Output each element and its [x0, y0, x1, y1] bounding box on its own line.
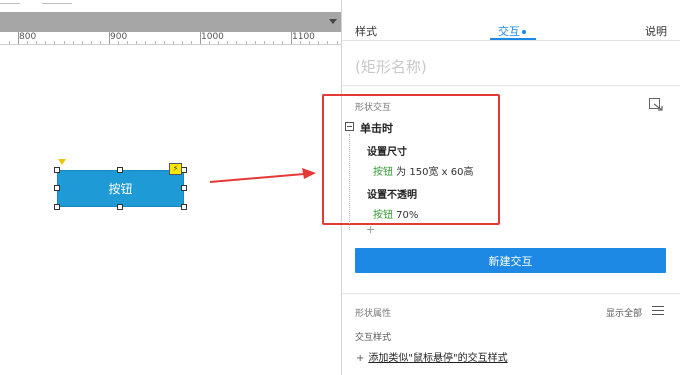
action-title[interactable]: 设置尺寸 — [367, 143, 407, 158]
resize-handle[interactable] — [117, 167, 123, 173]
button-shape[interactable]: 按钮 — [57, 170, 184, 207]
ruler-tick — [54, 41, 55, 44]
shape-name-field[interactable]: (矩形名称) — [355, 56, 427, 77]
ruler-tick — [64, 41, 65, 44]
expand-panel-icon[interactable] — [649, 98, 663, 111]
active-dot-icon — [522, 30, 526, 34]
ruler-tick — [91, 41, 92, 44]
design-canvas[interactable]: 800 900 1000 1100 按钮 ⚡ — [0, 0, 341, 375]
action-title[interactable]: 设置不透明 — [367, 186, 417, 201]
ruler-tick — [300, 41, 301, 44]
action-detail[interactable]: 按钮 为 150宽 x 60高 — [373, 163, 473, 178]
ruler-tick — [45, 41, 46, 44]
ruler-tick — [236, 41, 237, 44]
toolbar-divider — [0, 3, 20, 4]
event-click[interactable]: 单击时 — [360, 120, 393, 136]
chevron-down-icon[interactable] — [329, 19, 337, 24]
ruler-tick — [264, 41, 265, 44]
resize-handle[interactable] — [181, 185, 187, 191]
ruler-tick — [164, 41, 165, 44]
divider — [342, 40, 680, 41]
add-action-plus-icon[interactable]: + — [366, 223, 375, 236]
ruler-tick — [337, 41, 338, 44]
resize-handle[interactable] — [54, 167, 60, 173]
ruler-tick — [155, 41, 156, 44]
ruler-tick — [82, 41, 83, 44]
tab-style[interactable]: 样式 — [355, 23, 377, 39]
ruler-tick — [109, 32, 110, 44]
collapse-icon[interactable] — [345, 122, 354, 131]
inspector-panel: 样式 交互 说明 (矩形名称) 形状交互 单击时 设置尺寸 按钮 为 150宽 … — [322, 0, 680, 375]
ruler-tick — [227, 41, 228, 44]
tab-interactions[interactable]: 交互 — [498, 23, 526, 39]
ruler-tick — [145, 41, 146, 44]
resize-handle[interactable] — [54, 185, 60, 191]
ruler-tick — [27, 41, 28, 44]
ruler-tick — [273, 41, 274, 44]
app-window: 800 900 1000 1100 按钮 ⚡ 样式 交互 说明 (矩形名称) 形… — [0, 0, 680, 375]
ruler-tick — [127, 41, 128, 44]
resize-handle[interactable] — [181, 204, 187, 210]
ruler-tick — [282, 41, 283, 44]
ruler-tick — [18, 32, 19, 44]
resize-handle[interactable] — [54, 204, 60, 210]
toolbar-divider — [42, 3, 72, 4]
plus-icon: + — [356, 353, 365, 364]
button-shape-label: 按钮 — [108, 182, 133, 196]
divider — [342, 85, 680, 86]
ruler-tick — [218, 41, 219, 44]
ruler-tick — [118, 41, 119, 44]
ruler-tick — [73, 41, 74, 44]
ruler-tick — [136, 41, 137, 44]
page-tab-bar — [0, 12, 341, 32]
ruler-tick — [173, 41, 174, 44]
ruler-tick — [309, 41, 310, 44]
tab-interactions-label: 交互 — [498, 25, 520, 38]
ruler-tick — [327, 41, 328, 44]
action-detail[interactable]: 按钮 70% — [373, 206, 418, 221]
action-target: 按钮 — [373, 167, 393, 178]
resize-handle[interactable] — [117, 204, 123, 210]
tree-connector — [349, 134, 350, 230]
annotation-arrow — [210, 168, 316, 183]
ruler-tick — [100, 41, 101, 44]
ruler-tick — [200, 32, 201, 44]
action-value: 70% — [393, 210, 419, 221]
add-style-text: 添加类似"鼠标悬停"的交互样式 — [368, 353, 508, 364]
ruler-tick — [255, 41, 256, 44]
interaction-styles-label: 交互样式 — [355, 333, 392, 343]
ruler-tick — [36, 41, 37, 44]
new-interaction-button[interactable]: 新建交互 — [355, 248, 666, 273]
ruler-tick — [291, 32, 292, 44]
menu-icon[interactable] — [652, 306, 664, 316]
divider — [342, 293, 680, 294]
ruler-tick — [209, 41, 210, 44]
action-value: 为 150宽 x 60高 — [393, 167, 474, 178]
action-target: 按钮 — [373, 210, 393, 221]
horizontal-ruler: 800 900 1000 1100 — [0, 32, 341, 45]
tab-notes[interactable]: 说明 — [645, 23, 667, 39]
ruler-tick — [246, 41, 247, 44]
ruler-label: 1100 — [292, 32, 315, 42]
corner-radius-handle-icon[interactable] — [58, 159, 66, 165]
section-title-properties: 形状属性 — [355, 309, 392, 319]
show-all-link[interactable]: 显示全部 — [606, 306, 642, 319]
ruler-label: 1000 — [201, 32, 224, 42]
ruler-tick — [182, 41, 183, 44]
lightning-icon[interactable]: ⚡ — [169, 163, 182, 175]
ruler-tick — [318, 41, 319, 44]
inspector-tabs: 样式 交互 说明 — [342, 0, 680, 40]
ruler-tick — [191, 41, 192, 44]
toolbar-strip — [0, 0, 341, 12]
ruler-tick — [9, 41, 10, 44]
add-interaction-style-link[interactable]: + 添加类似"鼠标悬停"的交互样式 — [356, 349, 508, 364]
